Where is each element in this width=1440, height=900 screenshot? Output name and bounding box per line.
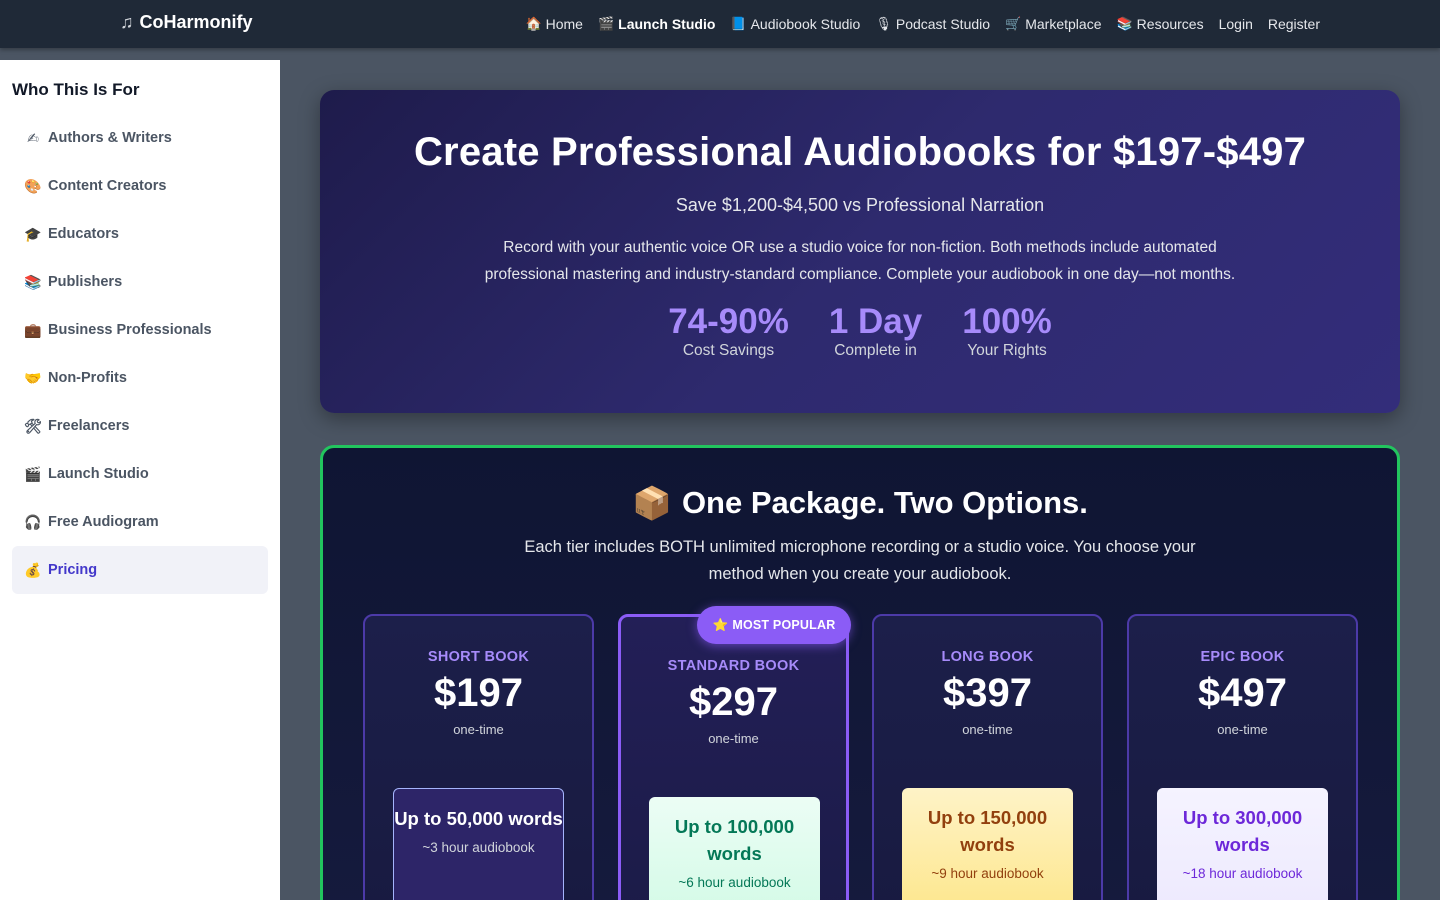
tier-price: $297	[689, 680, 778, 724]
stat-cost-savings: 74-90% Cost Savings	[668, 302, 789, 360]
graduation-cap-icon: 🎓	[24, 225, 42, 242]
tier-price: $497	[1198, 671, 1287, 715]
tier-words-box: Up to 50,000 words ~3 hour audiobook	[393, 788, 564, 900]
hero-section: Create Professional Audiobooks for $197-…	[320, 90, 1400, 413]
nav-launch-studio[interactable]: 🎬 Launch Studio	[598, 16, 715, 32]
tier-hours: ~6 hour audiobook	[678, 875, 791, 890]
handshake-icon: 🤝	[24, 369, 42, 386]
main-content: Create Professional Audiobooks for $197-…	[280, 48, 1440, 900]
package-heading: 📦 One Package. Two Options.	[323, 484, 1397, 522]
cart-icon: 🛒	[1005, 16, 1022, 31]
nav-podcast-studio[interactable]: 🎙 Podcast Studio	[875, 16, 990, 32]
tier-words: Up to 150,000 words	[927, 807, 1048, 855]
stat-label: Your Rights	[967, 342, 1047, 359]
sidebar-item-pricing[interactable]: 💰 Pricing	[12, 546, 268, 594]
sidebar-title: Who This Is For	[12, 80, 140, 99]
star-icon: ⭐	[712, 617, 729, 632]
tier-name: STANDARD BOOK	[667, 658, 800, 674]
sidebar-item-business[interactable]: 💼 Business Professionals	[12, 306, 268, 354]
brand-name: CoHarmonify	[139, 12, 253, 32]
writing-hand-icon: ✍	[27, 129, 39, 146]
tier-name: LONG BOOK	[941, 649, 1034, 665]
music-note-icon: ♫	[120, 12, 134, 32]
tier-hours: ~18 hour audiobook	[1182, 866, 1303, 881]
money-bag-icon: 💰	[24, 561, 42, 578]
sidebar: Who This Is For ✍ Authors & Writers 🎨 Cont…	[0, 60, 280, 900]
tier-words: Up to 100,000 words	[674, 816, 795, 864]
tier-hours: ~9 hour audiobook	[931, 866, 1044, 881]
tier-price: $397	[943, 671, 1032, 715]
microphone-icon: 🎙	[875, 16, 892, 31]
tier-card-long[interactable]: LONG BOOK $397 one-time Up to 150,000 wo…	[872, 614, 1103, 900]
package-section: 📦 One Package. Two Options. Each tier in…	[320, 445, 1400, 900]
tools-icon: 🛠	[24, 417, 42, 434]
briefcase-icon: 💼	[24, 321, 42, 338]
tier-card-short[interactable]: SHORT BOOK $197 one-time Up to 50,000 wo…	[363, 614, 594, 900]
clapper-icon: 🎬	[597, 16, 615, 31]
sidebar-item-authors[interactable]: ✍ Authors & Writers	[12, 114, 268, 162]
hero-description: Record with your authentic voice OR use …	[484, 239, 1236, 283]
clapper-icon: 🎬	[24, 465, 42, 482]
tier-words: Up to 50,000 words	[394, 808, 563, 829]
tier-period: one-time	[1217, 722, 1268, 737]
stat-value: 100%	[962, 302, 1052, 341]
books-icon: 📚	[24, 273, 42, 290]
tier-words-box: Up to 150,000 words ~9 hour audiobook	[902, 788, 1073, 900]
stat-your-rights: 100% Your Rights	[962, 302, 1052, 360]
most-popular-badge: ⭐ MOST POPULAR	[697, 606, 851, 644]
sidebar-item-freelancers[interactable]: 🛠 Freelancers	[12, 402, 268, 450]
tier-card-epic[interactable]: EPIC BOOK $497 one-time Up to 300,000 wo…	[1127, 614, 1358, 900]
tier-period: one-time	[453, 722, 504, 737]
top-navbar: ♫ CoHarmonify 🏠 Home 🎬 Launch Studio 📘 Audi…	[0, 0, 1440, 48]
nav-audiobook-studio[interactable]: 📘 Audiobook Studio	[730, 16, 860, 32]
tier-period: one-time	[708, 731, 759, 746]
package-icon: 📦	[632, 485, 672, 521]
nav-login[interactable]: Login	[1219, 16, 1253, 32]
nav-home[interactable]: 🏠 Home	[525, 16, 583, 32]
package-description: Each tier includes BOTH unlimited microp…	[524, 538, 1196, 583]
stat-value: 1 Day	[828, 302, 923, 341]
sidebar-item-launch-studio[interactable]: 🎬 Launch Studio	[12, 450, 268, 498]
tier-hours: ~3 hour audiobook	[422, 840, 535, 855]
tier-words: Up to 300,000 words	[1182, 807, 1303, 855]
stat-label: Cost Savings	[682, 342, 775, 359]
tier-name: EPIC BOOK	[1200, 649, 1285, 665]
palette-icon: 🎨	[24, 177, 42, 194]
sidebar-item-content-creators[interactable]: 🎨 Content Creators	[12, 162, 268, 210]
stat-complete-in: 1 Day Complete in	[829, 302, 922, 360]
tier-card-standard[interactable]: STANDARD BOOK $297 one-time Up to 100,00…	[618, 614, 849, 900]
sidebar-item-educators[interactable]: 🎓 Educators	[12, 210, 268, 258]
headphones-icon: 🎧	[24, 513, 42, 530]
nav-marketplace[interactable]: 🛒 Marketplace	[1005, 16, 1101, 32]
tier-period: one-time	[962, 722, 1013, 737]
hero-subtitle: Save $1,200-$4,500 vs Professional Narra…	[675, 195, 1045, 215]
tier-name: SHORT BOOK	[427, 649, 530, 665]
books-icon: 📚	[1116, 16, 1133, 31]
nav-resources[interactable]: 📚 Resources	[1116, 16, 1203, 32]
tier-words-box: Up to 100,000 words ~6 hour audiobook	[649, 797, 820, 900]
sidebar-item-free-audiogram[interactable]: 🎧 Free Audiogram	[12, 498, 268, 546]
tier-price: $197	[434, 671, 523, 715]
tier-words-box: Up to 300,000 words ~18 hour audiobook	[1157, 788, 1328, 900]
sidebar-item-publishers[interactable]: 📚 Publishers	[12, 258, 268, 306]
hero-title: Create Professional Audiobooks for $197-…	[413, 130, 1307, 174]
sidebar-item-non-profits[interactable]: 🤝 Non-Profits	[12, 354, 268, 402]
stat-value: 74-90%	[668, 302, 789, 341]
nav-links: 🏠 Home 🎬 Launch Studio 📘 Audiobook Studio 🎙…	[525, 0, 1320, 48]
house-icon: 🏠	[525, 16, 542, 31]
hero-stats: 74-90% Cost Savings 1 Day Complete in 10…	[320, 302, 1400, 360]
book-icon: 📘	[730, 16, 747, 31]
stat-label: Complete in	[834, 342, 917, 359]
package-title: One Package. Two Options.	[681, 485, 1088, 520]
nav-register[interactable]: Register	[1268, 16, 1320, 32]
brand-logo[interactable]: ♫ CoHarmonify	[120, 12, 253, 33]
